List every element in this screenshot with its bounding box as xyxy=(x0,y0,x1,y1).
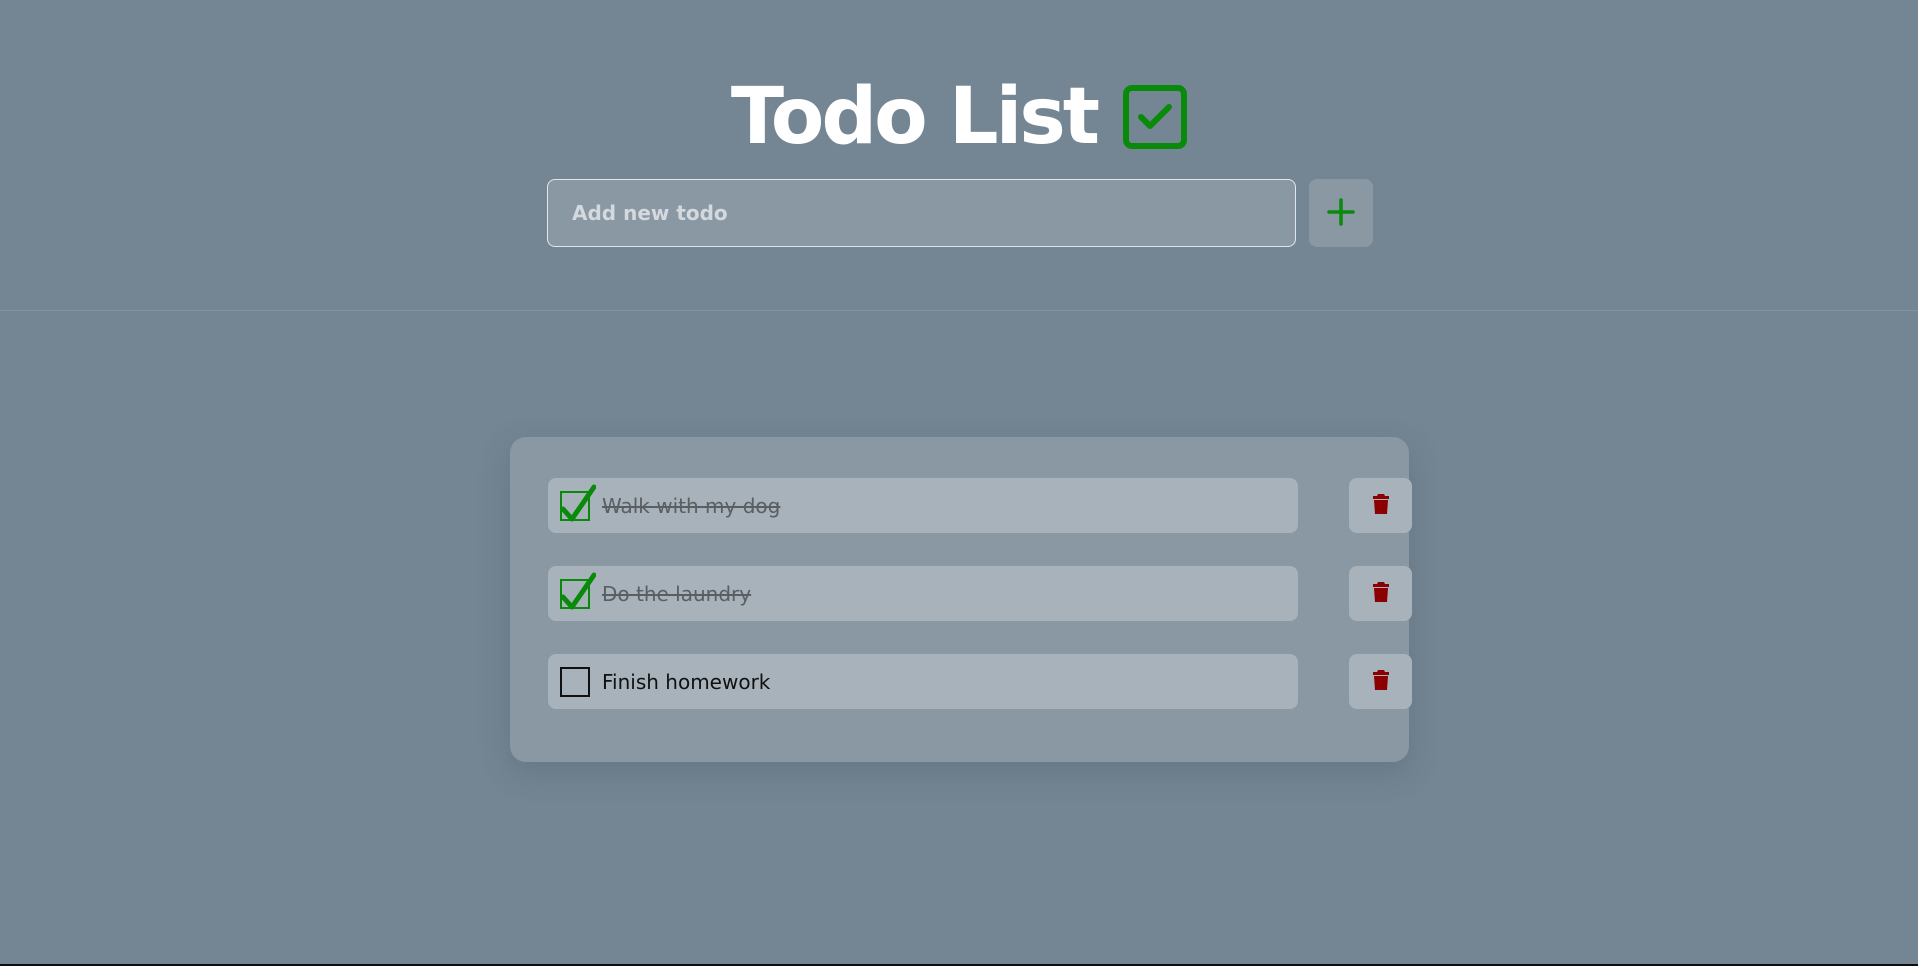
trash-icon xyxy=(1372,581,1390,606)
app-header: Todo List xyxy=(0,0,1918,311)
todo-text[interactable]: Do the laundry xyxy=(602,582,751,606)
delete-todo-button[interactable] xyxy=(1349,478,1412,533)
trash-icon xyxy=(1372,669,1390,694)
todo-text[interactable]: Walk with my dog xyxy=(602,494,780,518)
todo-checkbox[interactable] xyxy=(560,666,590,697)
checkmark-icon xyxy=(560,572,596,609)
todo-checkbox[interactable] xyxy=(560,484,596,521)
todo-row: Do the laundry xyxy=(548,566,1412,621)
delete-todo-button[interactable] xyxy=(1349,566,1412,621)
todo-text[interactable]: Finish homework xyxy=(602,670,770,694)
plus-icon xyxy=(1326,197,1356,230)
todo-item: Walk with my dog xyxy=(548,478,1298,533)
todo-item: Finish homework xyxy=(548,654,1298,709)
todo-item: Do the laundry xyxy=(548,566,1298,621)
new-todo-input[interactable] xyxy=(547,179,1296,247)
checkbox-box xyxy=(560,666,590,697)
page-title: Todo List xyxy=(730,72,1100,162)
todo-row: Walk with my dog xyxy=(548,478,1412,533)
todo-list-panel: Walk with my dog Do the laundry Finish h… xyxy=(510,437,1412,762)
checkmark-icon xyxy=(560,484,596,521)
add-todo-button[interactable] xyxy=(1309,179,1373,247)
todo-row: Finish homework xyxy=(548,654,1412,709)
check-square-icon xyxy=(1123,85,1188,149)
title-row: Todo List xyxy=(0,72,1918,162)
delete-todo-button[interactable] xyxy=(1349,654,1412,709)
trash-icon xyxy=(1372,493,1390,518)
todo-checkbox[interactable] xyxy=(560,572,596,609)
